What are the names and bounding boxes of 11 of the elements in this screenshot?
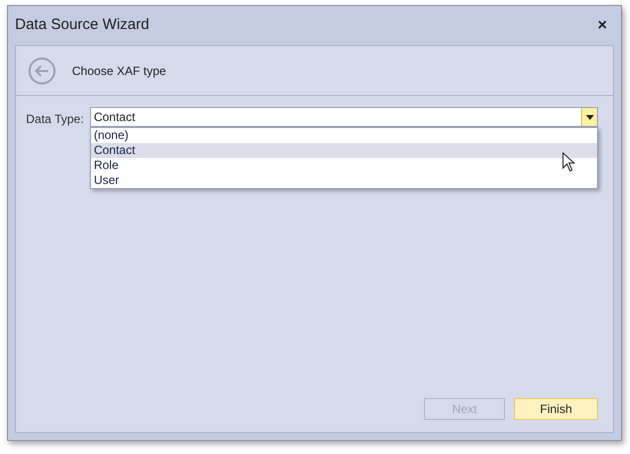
mouse-cursor-icon xyxy=(562,152,575,172)
close-button[interactable]: × xyxy=(598,18,607,34)
dropdown-option[interactable]: (none) xyxy=(90,128,597,143)
dropdown-option[interactable]: User xyxy=(90,173,597,188)
step-title: Choose XAF type xyxy=(72,62,166,80)
data-type-dropdown[interactable]: Contact xyxy=(90,107,598,127)
dropdown-option[interactable]: Contact xyxy=(90,143,597,158)
window-title: Data Source Wizard xyxy=(15,15,150,36)
field-label: Data Type: xyxy=(26,111,84,128)
finish-button[interactable]: Finish xyxy=(514,398,598,420)
dropdown-option[interactable]: Role xyxy=(90,158,597,173)
